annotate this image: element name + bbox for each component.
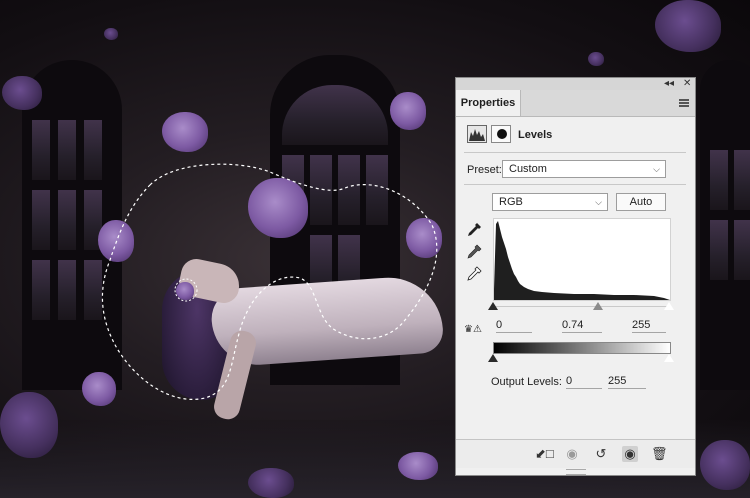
preset-value: Custom [509,163,547,175]
output-gradient-bar [493,342,671,354]
input-white-field[interactable]: 255 [632,318,666,333]
black-point-eyedropper-icon[interactable] [466,222,482,238]
channel-value: RGB [499,196,523,208]
layer-mask-icon[interactable] [491,125,511,143]
output-levels-label: Output Levels: [491,376,562,388]
clip-to-layer-icon[interactable]: ⬋□ [535,446,554,462]
panel-titlebar[interactable]: ◂◂ ✕ [456,78,695,90]
auto-button[interactable]: Auto [616,193,666,211]
input-gamma-field[interactable]: 0.74 [562,318,602,333]
input-black-field[interactable]: 0 [496,318,532,333]
channel-dropdown[interactable]: RGB ⌵ [492,193,608,211]
view-previous-state-icon[interactable]: ◉ [564,446,580,462]
output-black-slider[interactable] [488,354,498,362]
histogram [493,218,671,301]
collapse-icon[interactable]: ◂◂ [664,78,674,90]
clipping-warning-icon[interactable]: ♛⚠ [464,324,482,335]
chevron-down-icon: ⌵ [653,164,660,174]
reset-icon[interactable]: ↺ [593,446,609,462]
input-gamma-slider[interactable] [593,302,603,310]
visibility-eye-icon[interactable]: ◉ [622,446,638,462]
resize-grip[interactable] [566,469,586,475]
output-black-field[interactable]: 0 [566,374,602,389]
panel-tab-row: Properties [456,90,695,117]
output-white-slider[interactable] [663,353,675,363]
chevron-down-icon: ⌵ [595,197,602,207]
output-white-field[interactable]: 255 [608,374,646,389]
panel-menu-icon[interactable] [679,99,689,107]
divider [464,152,686,153]
white-point-eyedropper-icon[interactable] [466,266,482,282]
preset-dropdown[interactable]: Custom ⌵ [502,160,666,178]
gray-point-eyedropper-icon[interactable] [466,244,482,260]
preset-label: Preset: [467,164,502,176]
input-slider-track[interactable] [493,306,671,307]
input-white-slider[interactable] [663,301,675,311]
close-icon[interactable]: ✕ [683,78,691,90]
properties-panel: ◂◂ ✕ Properties Levels Preset: Custom ⌵ … [455,77,696,476]
panel-bottom-toolbar: ⬋□ ◉ ↺ ◉ 🗑 [456,439,695,468]
divider [464,184,686,185]
tab-properties[interactable]: Properties [456,90,521,116]
input-black-slider[interactable] [488,302,498,310]
adjustment-title: Levels [518,129,553,141]
histogram-graph [494,221,670,300]
delete-icon[interactable]: 🗑 [651,446,668,462]
levels-adjustment-icon[interactable] [467,125,487,143]
